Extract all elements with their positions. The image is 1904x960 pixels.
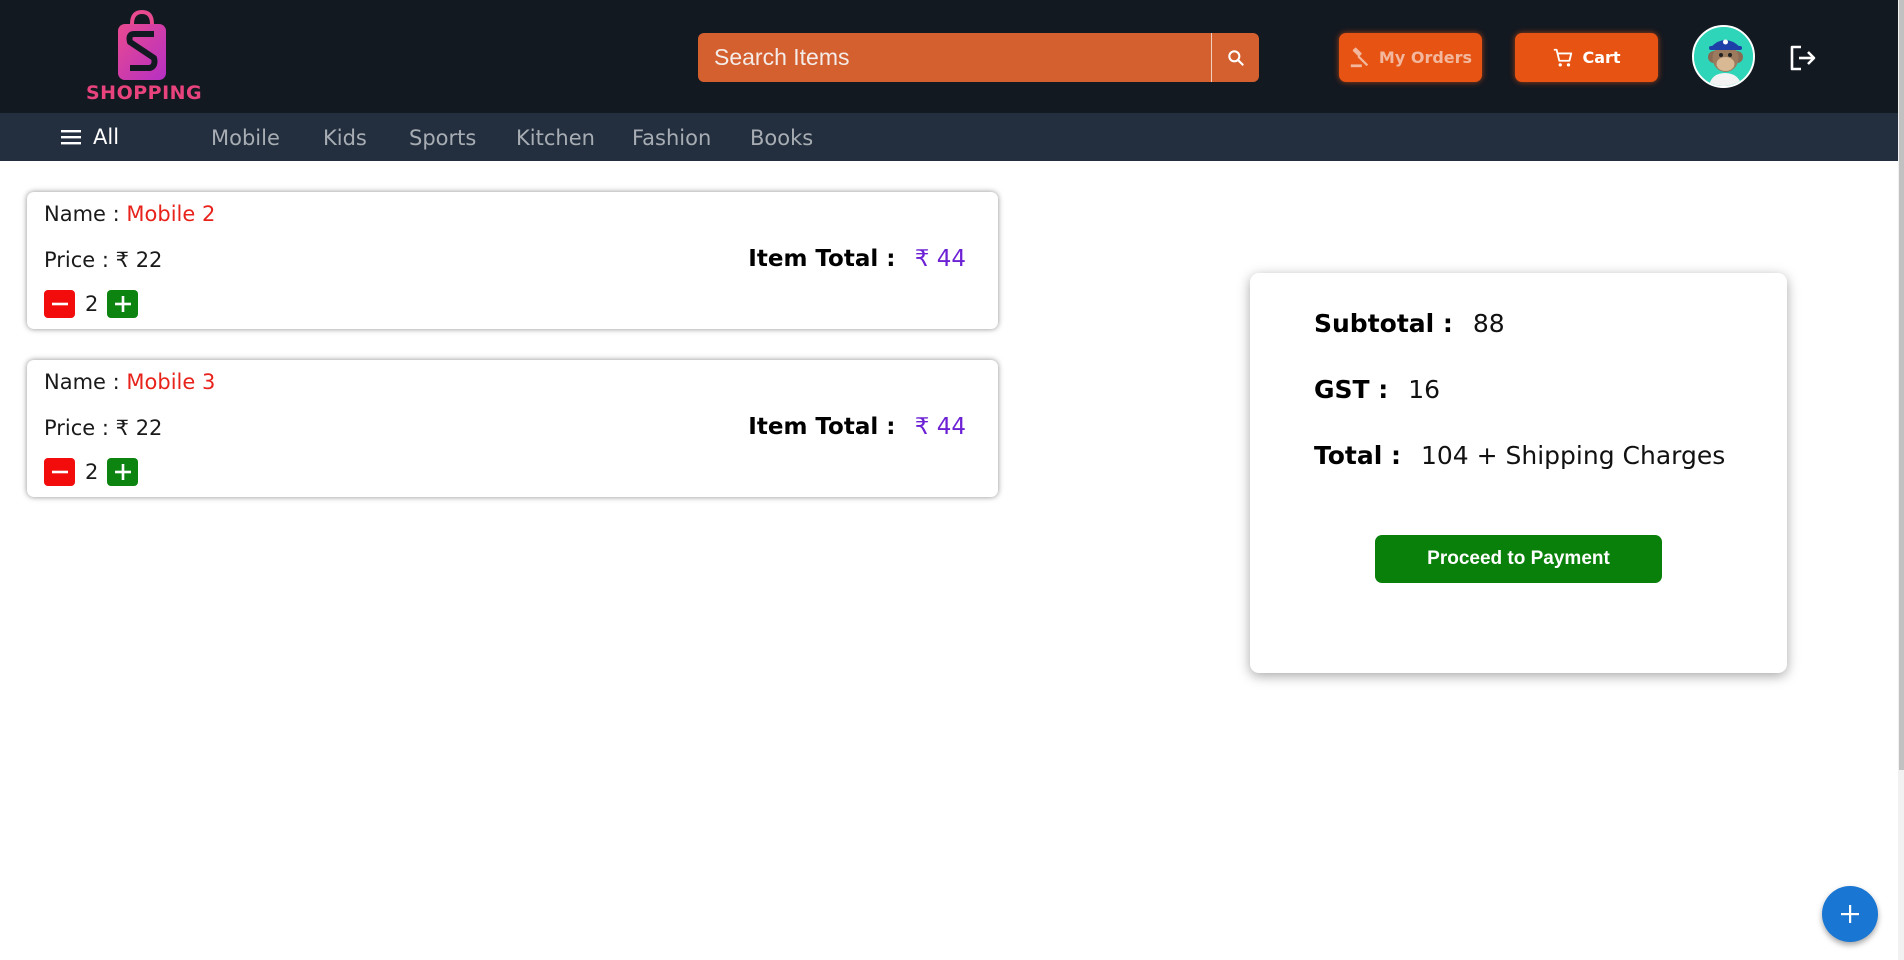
item-price: Price : ₹ 22: [44, 248, 163, 272]
category-fashion[interactable]: Fashion: [632, 113, 711, 161]
cart-item-card: Name : Mobile 3 Price : ₹ 22 Item Total …: [27, 360, 998, 497]
gst-value: 16: [1408, 375, 1441, 404]
total-value: 104 + Shipping Charges: [1420, 441, 1726, 470]
proceed-to-payment-button[interactable]: Proceed to Payment: [1375, 535, 1662, 583]
quantity-value: 2: [85, 460, 99, 484]
scrollbar-thumb[interactable]: [1899, 0, 1904, 770]
item-total-row: Item Total : ₹ 44: [748, 246, 966, 272]
subtotal-label: Subtotal :: [1314, 309, 1453, 338]
cart-icon: [1554, 48, 1573, 67]
top-header: SHOPPING My Orders Cart: [0, 0, 1904, 113]
item-name-label: Name :: [44, 202, 120, 226]
item-price: Price : ₹ 22: [44, 416, 163, 440]
item-name-label: Name :: [44, 370, 120, 394]
increase-quantity-button[interactable]: [107, 458, 138, 486]
item-total-label: Item Total :: [748, 246, 896, 272]
decrease-quantity-button[interactable]: [44, 458, 75, 486]
item-total-value: ₹ 44: [914, 246, 966, 272]
quantity-stepper: 2: [44, 290, 138, 318]
cart-label: Cart: [1582, 48, 1621, 67]
menu-icon: [61, 130, 81, 145]
monkey-avatar-icon: [1694, 27, 1753, 86]
search-bar: [698, 33, 1259, 82]
minus-icon: [51, 470, 68, 474]
category-nav: All Mobile Kids Sports Kitchen Fashion B…: [0, 113, 1904, 161]
category-books[interactable]: Books: [750, 113, 813, 161]
logout-icon: [1790, 45, 1816, 71]
total-label: Total :: [1314, 441, 1401, 470]
search-input[interactable]: [698, 33, 1211, 82]
category-kitchen[interactable]: Kitchen: [516, 113, 595, 161]
add-fab-button[interactable]: [1822, 886, 1878, 942]
quantity-value: 2: [85, 292, 99, 316]
cart-item-card: Name : Mobile 2 Price : ₹ 22 Item Total …: [27, 192, 998, 329]
category-sports[interactable]: Sports: [409, 113, 476, 161]
item-name-row: Name : Mobile 2: [44, 202, 215, 226]
total-row: Total : 104 + Shipping Charges: [1314, 441, 1725, 470]
shopping-bag-logo-icon: [118, 10, 166, 80]
gavel-icon: [1350, 47, 1369, 67]
category-mobile[interactable]: Mobile: [211, 113, 280, 161]
item-total-label: Item Total :: [748, 414, 896, 440]
logo-text: SHOPPING: [86, 82, 203, 104]
item-total-value: ₹ 44: [914, 414, 966, 440]
logout-button[interactable]: [1788, 44, 1818, 72]
user-avatar[interactable]: [1692, 25, 1755, 88]
plus-icon: [1841, 905, 1859, 923]
gst-label: GST :: [1314, 375, 1389, 404]
subtotal-row: Subtotal : 88: [1314, 309, 1505, 338]
quantity-stepper: 2: [44, 458, 138, 486]
subtotal-value: 88: [1472, 309, 1505, 338]
decrease-quantity-button[interactable]: [44, 290, 75, 318]
cart-button[interactable]: Cart: [1515, 33, 1658, 82]
increase-quantity-button[interactable]: [107, 290, 138, 318]
category-kids[interactable]: Kids: [323, 113, 367, 161]
item-name: Mobile 2: [126, 202, 216, 226]
all-label: All: [93, 125, 120, 149]
my-orders-label: My Orders: [1378, 48, 1473, 67]
order-summary-card: Subtotal : 88 GST : 16 Total : 104 + Shi…: [1250, 273, 1787, 673]
all-categories-button[interactable]: All: [61, 113, 119, 161]
gst-row: GST : 16: [1314, 375, 1440, 404]
minus-icon: [51, 302, 68, 306]
item-name-row: Name : Mobile 3: [44, 370, 215, 394]
my-orders-button[interactable]: My Orders: [1339, 33, 1482, 82]
item-total-row: Item Total : ₹ 44: [748, 414, 966, 440]
search-icon: [1227, 49, 1244, 66]
plus-icon: [114, 464, 131, 480]
search-button[interactable]: [1211, 33, 1259, 82]
shopping-logo[interactable]: SHOPPING: [86, 10, 203, 104]
item-name: Mobile 3: [126, 370, 216, 394]
plus-icon: [114, 296, 131, 312]
